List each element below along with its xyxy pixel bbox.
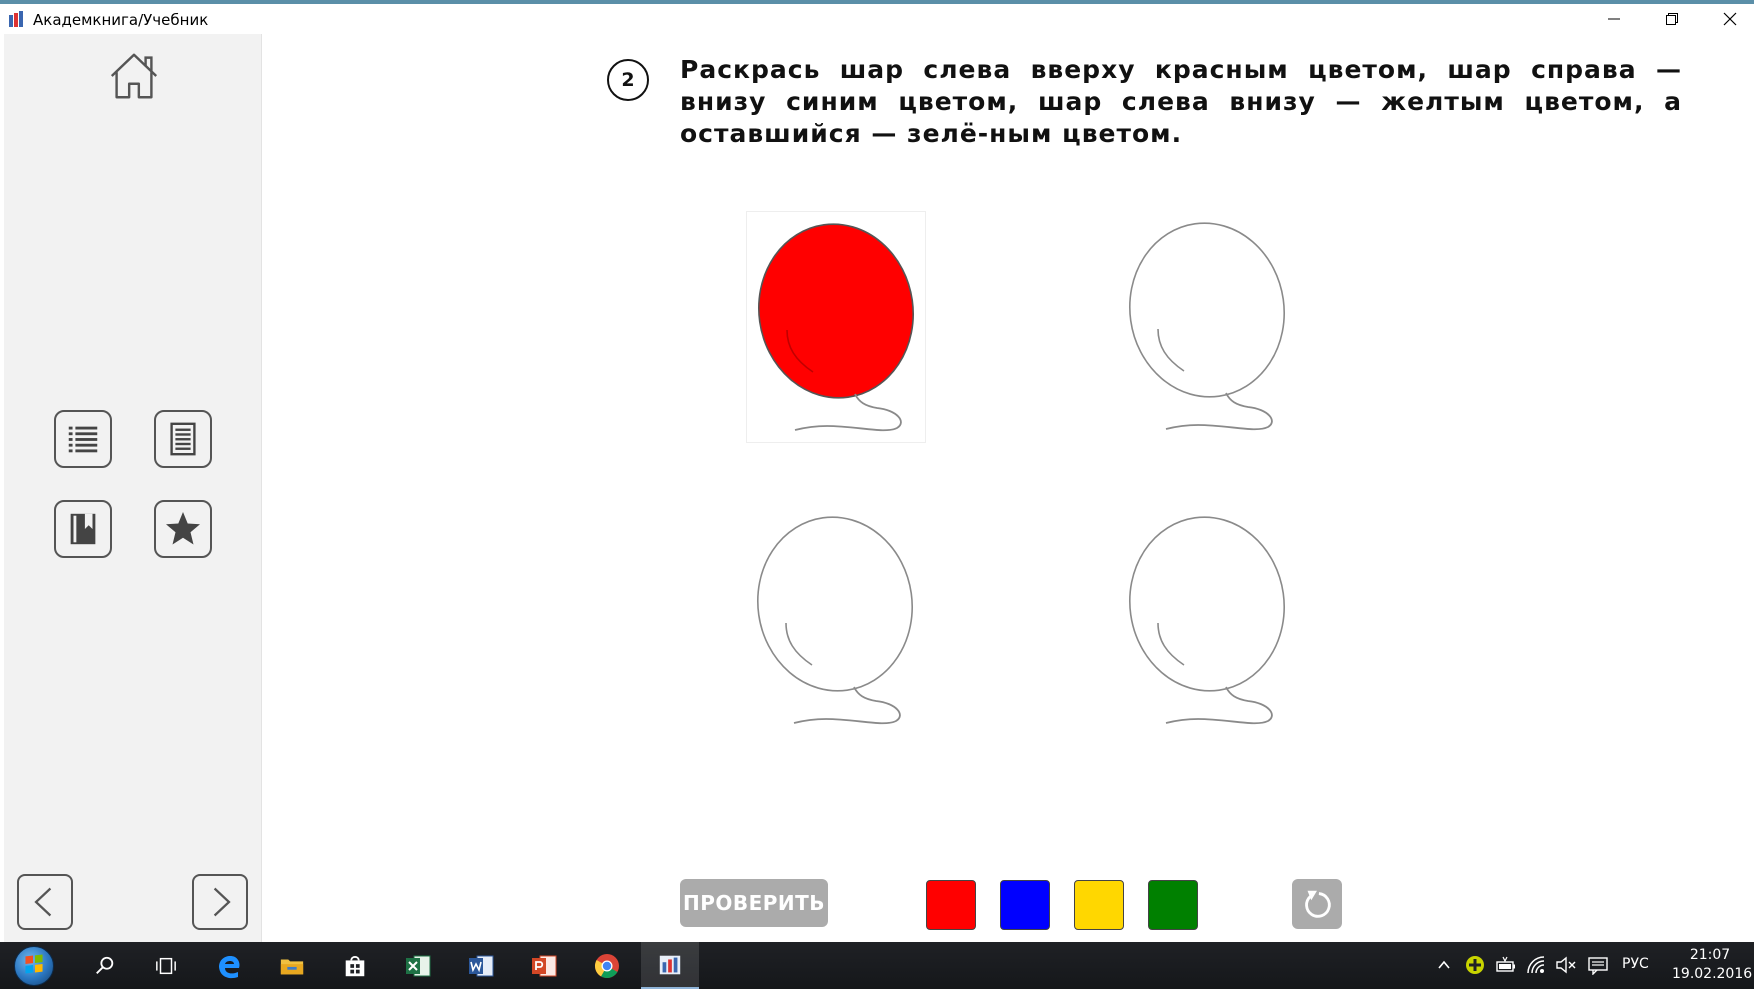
- taskbar-file-explorer[interactable]: [263, 942, 321, 989]
- sidebar: [4, 34, 262, 942]
- favorites-button[interactable]: [154, 500, 212, 558]
- bookmark-book-icon: [70, 513, 96, 545]
- balloon-string: [1165, 686, 1273, 725]
- balloon-body: [1128, 516, 1286, 692]
- balloon-top-right[interactable]: [1118, 211, 1298, 443]
- star-icon: [166, 512, 200, 545]
- minimize-icon: [1608, 18, 1620, 20]
- list-icon: [68, 426, 98, 453]
- balloon-shape: [1128, 516, 1286, 725]
- balloon-body: [757, 223, 915, 399]
- balloon-top-left[interactable]: [746, 211, 926, 443]
- balloon-string: [1165, 392, 1273, 431]
- chevron-up-icon: [1438, 960, 1450, 969]
- page-text-button[interactable]: [154, 410, 212, 468]
- app-icon: [8, 10, 24, 28]
- balloon-shape: [756, 516, 914, 725]
- wifi-icon: [1527, 956, 1545, 974]
- task-view-icon: [156, 957, 176, 974]
- close-icon: [1723, 12, 1737, 26]
- store-icon: [345, 955, 365, 976]
- edge-icon: [219, 955, 240, 978]
- tray-clock[interactable]: 21:07 19.02.2016: [1672, 946, 1753, 984]
- arrow-left-icon: [34, 887, 52, 917]
- reset-button[interactable]: [1292, 879, 1342, 929]
- next-page-button[interactable]: [192, 874, 248, 930]
- notification-icon: [1588, 957, 1608, 975]
- taskbar-word[interactable]: [452, 942, 510, 989]
- status-plus-icon: [1466, 956, 1484, 974]
- taskbar-edge[interactable]: [200, 942, 258, 989]
- akademkniga-icon: [659, 955, 681, 974]
- balloon-string: [793, 686, 901, 725]
- tray-action-center[interactable]: [1587, 954, 1609, 976]
- color-swatch-yellow[interactable]: [1074, 880, 1124, 930]
- contents-list-button[interactable]: [54, 410, 112, 468]
- tray-wifi[interactable]: [1526, 954, 1548, 976]
- task-instruction: Раскрась шар слева вверху красным цветом…: [680, 55, 1682, 148]
- input-language[interactable]: РУС: [1622, 956, 1649, 972]
- previous-page-button[interactable]: [17, 874, 73, 930]
- tray-show-hidden[interactable]: [1433, 954, 1455, 976]
- battery-icon: [1496, 956, 1515, 972]
- excel-icon: [406, 955, 431, 976]
- balloon-body: [1128, 222, 1286, 398]
- check-button[interactable]: ПРОВЕРИТЬ: [680, 879, 828, 927]
- taskbar-chrome[interactable]: [578, 942, 636, 989]
- tray-battery[interactable]: [1495, 954, 1517, 976]
- document-icon: [170, 422, 196, 456]
- minimize-button[interactable]: [1586, 4, 1642, 34]
- balloon-shape: [757, 223, 915, 432]
- home-icon: [110, 53, 158, 99]
- title-bar: Академкнига/Учебник: [0, 4, 1754, 34]
- clock-date: 19.02.2016: [1672, 966, 1753, 982]
- taskbar-akademkniga[interactable]: [641, 942, 699, 989]
- tray-app-status[interactable]: [1464, 954, 1486, 976]
- taskbar-search[interactable]: [76, 942, 134, 989]
- task-number: 2: [607, 59, 649, 101]
- taskbar: РУС 21:07 19.02.2016: [0, 942, 1754, 989]
- color-swatch-red[interactable]: [926, 880, 976, 930]
- taskbar-store[interactable]: [326, 942, 384, 989]
- clock-time: 21:07: [1689, 947, 1731, 963]
- taskbar-excel[interactable]: [389, 942, 447, 989]
- exercise-area: 2 Раскрась шар слева вверху красным цвет…: [263, 34, 1754, 942]
- powerpoint-icon: [532, 955, 557, 976]
- color-swatch-green[interactable]: [1148, 880, 1198, 930]
- restore-icon: [1666, 13, 1678, 25]
- balloon-bottom-right[interactable]: [1118, 505, 1298, 737]
- volume-muted-icon: [1556, 956, 1576, 974]
- taskbar-task-view[interactable]: [137, 942, 195, 989]
- bookmarks-button[interactable]: [54, 500, 112, 558]
- tray-volume[interactable]: [1555, 954, 1577, 976]
- window-title: Академкнига/Учебник: [33, 11, 209, 29]
- color-swatch-blue[interactable]: [1000, 880, 1050, 930]
- start-button[interactable]: [14, 946, 54, 986]
- search-icon: [96, 956, 114, 974]
- balloon-body: [756, 516, 914, 692]
- balloon-shape: [1128, 222, 1286, 431]
- chrome-icon: [594, 953, 619, 978]
- undo-icon: [1305, 890, 1331, 918]
- arrow-right-icon: [213, 887, 231, 917]
- home-button[interactable]: [104, 46, 164, 106]
- close-button[interactable]: [1702, 4, 1754, 34]
- balloon-string: [794, 393, 902, 432]
- taskbar-powerpoint[interactable]: [515, 942, 573, 989]
- balloon-bottom-left[interactable]: [746, 505, 926, 737]
- app-window: Академкнига/Учебник 2 Раскрась шар слева…: [0, 0, 1754, 989]
- word-icon: [469, 955, 494, 976]
- restore-button[interactable]: [1644, 4, 1700, 34]
- file-explorer-icon: [280, 959, 304, 974]
- windows-logo-icon: [25, 954, 43, 974]
